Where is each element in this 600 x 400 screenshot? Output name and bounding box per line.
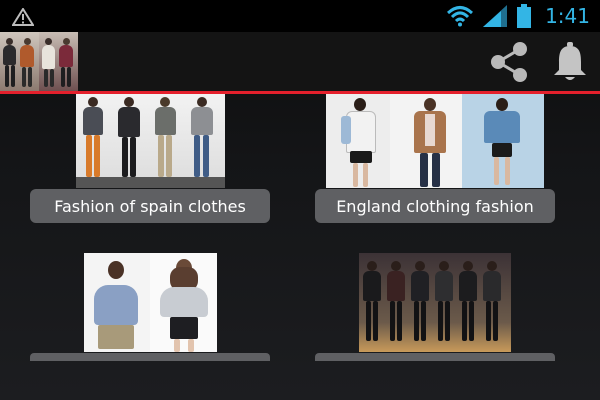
app-logo-icon[interactable] <box>0 32 78 91</box>
signal-icon <box>483 5 508 27</box>
bell-icon[interactable] <box>548 40 592 84</box>
warning-icon <box>12 8 34 26</box>
battery-icon <box>517 4 532 28</box>
grid-item-caption: Fashion of spain clothes <box>30 189 270 223</box>
grid-item-caption: England clothing fashion <box>315 189 555 223</box>
grid-item-caption <box>315 353 555 361</box>
grid-item-photo <box>326 94 544 188</box>
app-logo-right <box>39 32 78 91</box>
grid-item-photo <box>84 253 217 352</box>
status-icons: 1:41 <box>447 3 590 29</box>
wifi-icon <box>447 6 474 27</box>
grid-item-caption <box>30 353 270 361</box>
share-icon[interactable] <box>486 40 532 84</box>
status-bar: 1:41 <box>0 0 600 32</box>
grid-item-photo <box>359 253 511 352</box>
grid-item-photo <box>76 94 225 188</box>
status-time: 1:41 <box>545 4 590 28</box>
app-logo-left <box>0 32 39 91</box>
app-screen: 1:41 Fashion of spain clothes England cl… <box>0 0 600 400</box>
